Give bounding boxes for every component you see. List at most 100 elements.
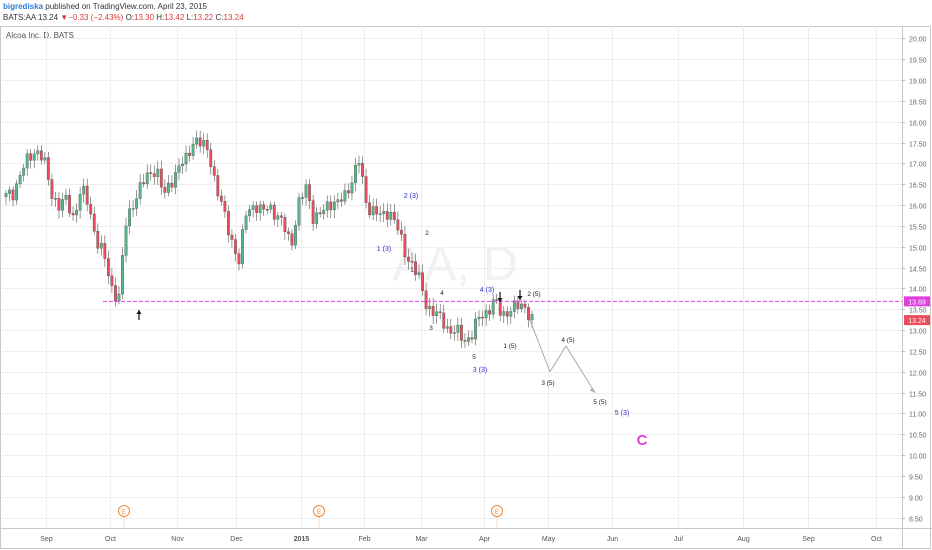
last-price-label: 13.24 xyxy=(908,318,926,325)
candle-body xyxy=(375,206,379,215)
candle-body xyxy=(470,337,474,340)
candle-body xyxy=(135,198,139,209)
y-tick-label: 16.50 xyxy=(909,183,927,190)
candle-body xyxy=(276,215,280,220)
candle-body xyxy=(332,201,336,211)
candle-body xyxy=(463,340,467,342)
candle-body xyxy=(166,182,170,193)
candle-body xyxy=(82,185,86,195)
candle-body xyxy=(174,172,177,188)
candle-body xyxy=(61,199,64,211)
y-tick-label: 11.50 xyxy=(909,392,926,399)
candle-body xyxy=(417,272,421,275)
y-tick-label: 8.50 xyxy=(909,517,923,524)
candle-body xyxy=(343,190,347,202)
candle-body xyxy=(361,163,364,177)
x-tick-label: Nov xyxy=(171,536,184,543)
y-tick-label: 18.50 xyxy=(909,100,927,107)
projection-segment xyxy=(529,319,551,372)
candle-body xyxy=(301,197,304,199)
y-tick-label: 17.00 xyxy=(909,162,927,169)
candle-body xyxy=(311,200,315,224)
candle-body xyxy=(75,209,79,216)
candle-body xyxy=(251,205,255,210)
candle-body xyxy=(272,204,276,220)
candle-body xyxy=(364,176,368,203)
candle-body xyxy=(110,275,114,286)
candle-body xyxy=(421,272,424,291)
candle-body xyxy=(329,201,333,211)
candle-body xyxy=(131,208,135,210)
candle-body xyxy=(8,189,11,194)
candle-body xyxy=(442,312,446,329)
y-tick-label: 9.50 xyxy=(909,475,923,482)
candle-body xyxy=(46,157,50,180)
wave-label-black: 1 xyxy=(410,267,414,274)
candle-body xyxy=(68,195,71,214)
candle-body xyxy=(287,231,290,234)
candle-body xyxy=(315,212,319,224)
x-tick-label: Aug xyxy=(737,536,750,543)
candle-body xyxy=(325,201,329,211)
candle-body xyxy=(527,307,530,321)
wave-label-black: 3 (5) xyxy=(541,380,554,387)
candle-body xyxy=(106,258,110,276)
candle-body xyxy=(237,253,241,265)
y-tick-label: 14.00 xyxy=(909,287,927,294)
y-tick-label: 10.00 xyxy=(909,454,927,461)
candle-body xyxy=(188,152,191,156)
candle-body xyxy=(322,210,326,215)
candle-body xyxy=(378,213,382,216)
candle-body xyxy=(294,224,297,246)
candle-body xyxy=(308,184,311,201)
candle-body xyxy=(435,311,439,316)
candle-body xyxy=(71,212,75,216)
candle-body xyxy=(445,326,449,329)
candle-body xyxy=(403,234,407,258)
candle-body xyxy=(22,167,26,176)
candle-body xyxy=(50,179,54,199)
candle-body xyxy=(428,305,432,309)
candle-body xyxy=(467,337,470,342)
y-tick-label: 14.50 xyxy=(909,267,927,274)
candle-body xyxy=(350,182,354,194)
candle-body xyxy=(92,213,96,232)
price-chart[interactable]: 8.50 9.00 9.50 10.00 10.50 11.00 11.50 12.00 12.… xyxy=(0,0,932,550)
y-tick-label: 9.00 xyxy=(909,496,923,503)
candle-body xyxy=(209,149,213,167)
candle-body xyxy=(177,165,181,173)
candle-body xyxy=(124,225,128,256)
y-tick-label: 12.00 xyxy=(909,371,927,378)
candle-body xyxy=(481,316,484,319)
candle-body xyxy=(371,206,375,216)
y-tick-label: 19.00 xyxy=(909,79,927,86)
support-price-label: 13.69 xyxy=(908,299,926,306)
candle-body xyxy=(357,163,361,166)
candle-body xyxy=(456,324,460,333)
candle-body xyxy=(181,163,184,166)
candle-body xyxy=(128,208,131,227)
top-marker-arrow-icon-head xyxy=(517,296,523,300)
candle-body xyxy=(99,243,103,249)
candle-body xyxy=(138,182,142,199)
candle-body xyxy=(389,211,393,220)
candle-body xyxy=(502,311,506,316)
candle-body xyxy=(452,332,456,334)
candle-body xyxy=(142,182,146,185)
candle-body xyxy=(212,166,216,176)
candle-body xyxy=(191,143,195,156)
x-tick-label: Mar xyxy=(415,536,428,543)
x-tick-label: Oct xyxy=(105,536,116,543)
candle-body xyxy=(11,189,15,201)
candle-body xyxy=(198,137,202,147)
candle-body xyxy=(29,153,33,161)
candle-body xyxy=(248,209,251,217)
candle-body xyxy=(39,150,43,161)
candle-body xyxy=(304,184,308,198)
candle-body xyxy=(244,215,248,230)
candle-body xyxy=(159,168,163,188)
wave-label-black: 5 xyxy=(472,354,476,361)
candle-body xyxy=(523,303,527,308)
y-tick-label: 11.00 xyxy=(909,412,926,419)
candle-body xyxy=(163,187,167,193)
